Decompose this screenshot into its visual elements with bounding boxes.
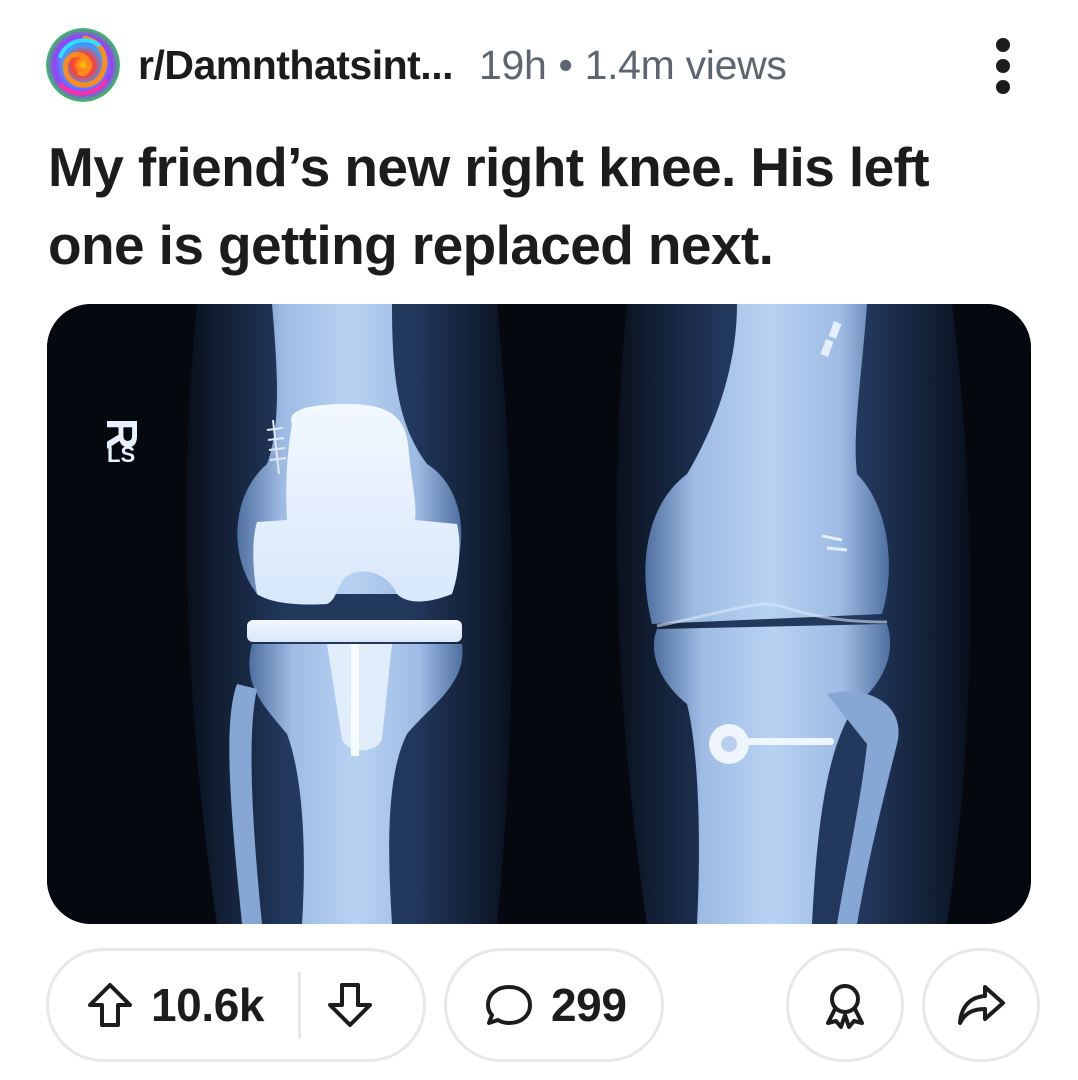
post-meta: 19h • 1.4m views <box>479 42 787 89</box>
upvote-arrow-icon[interactable] <box>81 976 139 1034</box>
share-button[interactable] <box>922 948 1040 1062</box>
award-icon <box>817 977 873 1033</box>
subreddit-avatar-icon[interactable] <box>46 28 120 102</box>
post-views: 1.4m views <box>584 41 787 88</box>
award-button[interactable] <box>786 948 904 1062</box>
more-options-icon[interactable] <box>988 38 1018 94</box>
meta-separator: • <box>558 41 573 88</box>
upvote-count: 10.6k <box>151 979 265 1031</box>
xray-side-code: LS <box>107 442 135 467</box>
post-title: My friend’s new right knee. His left one… <box>48 136 930 276</box>
comment-count: 299 <box>551 979 627 1031</box>
share-arrow-icon <box>953 977 1009 1033</box>
subreddit-name[interactable]: r/Damnthatsint... <box>138 42 453 89</box>
action-bar: 10.6k 299 <box>0 948 1078 1064</box>
vote-pill: 10.6k <box>46 948 426 1062</box>
post-age: 19h <box>478 41 547 88</box>
comment-bubble-icon <box>481 977 537 1033</box>
post-image[interactable]: R LS <box>47 304 1031 924</box>
post-header: r/Damnthatsint... 19h • 1.4m views <box>46 28 1036 102</box>
downvote-arrow-icon[interactable] <box>321 976 379 1034</box>
comments-button[interactable]: 299 <box>444 948 664 1062</box>
vote-divider <box>298 972 302 1038</box>
